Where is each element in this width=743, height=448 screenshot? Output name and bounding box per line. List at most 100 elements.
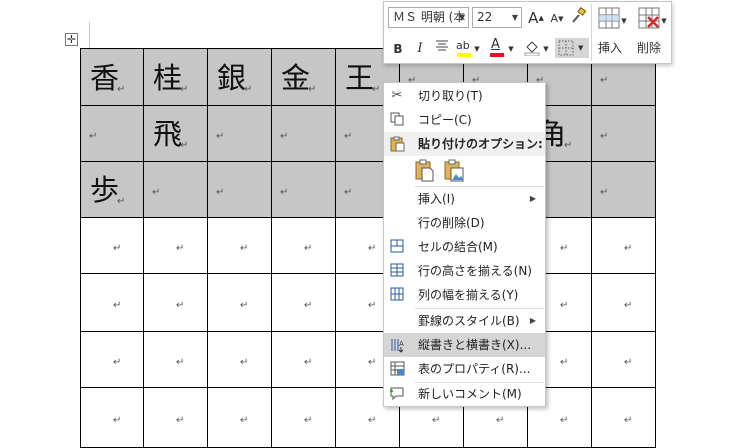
cell-end-mark: ↵: [308, 84, 317, 95]
table-cell[interactable]: ↵: [80, 106, 144, 162]
highlight-color-button[interactable]: ab: [454, 38, 474, 58]
delete-table-icon[interactable]: [637, 7, 661, 31]
insert-table-icon[interactable]: [597, 7, 621, 31]
bold-button[interactable]: B: [388, 39, 408, 59]
chevron-down-icon[interactable]: ▼: [472, 39, 482, 59]
chevron-down-icon[interactable]: ▼: [620, 11, 628, 31]
new-comment-icon: [389, 386, 405, 402]
table-cell[interactable]: ↵: [592, 162, 656, 218]
cell-end-mark: ↵: [560, 415, 569, 426]
cell-end-mark: ↵: [240, 357, 249, 368]
table-cell[interactable]: ↵: [272, 332, 336, 388]
table-cell[interactable]: ↵: [208, 388, 272, 448]
cell-end-mark: ↵: [113, 357, 122, 368]
table-cell[interactable]: 歩 ↵: [80, 162, 144, 218]
menu-item-copy[interactable]: コピー(C): [384, 108, 545, 132]
cell-end-mark: ↵: [496, 415, 505, 426]
cell-end-mark: ↵: [368, 300, 377, 311]
insert-label[interactable]: 挿入: [598, 39, 622, 56]
menu-item-label: セルの結合(M): [418, 240, 498, 254]
menu-item-insert[interactable]: 挿入(I) ▶: [384, 187, 545, 211]
table-cell[interactable]: ↵: [208, 162, 272, 218]
menu-item-delete-rows[interactable]: 行の削除(D): [384, 211, 545, 235]
cell-end-mark: ↵: [304, 357, 313, 368]
center-align-icon[interactable]: [432, 39, 452, 59]
font-size-combo[interactable]: 22 ▼: [472, 7, 522, 28]
table-cell[interactable]: ↵: [144, 218, 208, 274]
table-cell[interactable]: ↵: [144, 388, 208, 448]
table-cell[interactable]: ↵: [208, 332, 272, 388]
table-cell[interactable]: ↵: [208, 218, 272, 274]
cell-end-mark: ↵: [564, 140, 573, 151]
cell-end-mark: ↵: [117, 84, 126, 95]
chevron-down-icon[interactable]: ▼: [506, 39, 516, 59]
table-cell[interactable]: ↵: [592, 106, 656, 162]
table-cell[interactable]: ↵: [272, 274, 336, 332]
table-cell[interactable]: ↵: [592, 388, 656, 448]
table-cell[interactable]: ↵: [144, 332, 208, 388]
paste-picture-icon[interactable]: [443, 159, 465, 183]
menu-item-distribute-cols[interactable]: 列の幅を揃える(Y): [384, 283, 545, 307]
table-cell[interactable]: ↵: [144, 274, 208, 332]
svg-text:A: A: [399, 340, 404, 348]
shading-icon[interactable]: [522, 38, 542, 58]
table-properties-icon: [389, 361, 405, 377]
menu-item-merge-cells[interactable]: セルの結合(M): [384, 235, 545, 259]
shogi-piece-glyph: 銀: [217, 61, 247, 95]
table-cell[interactable]: ↵: [144, 162, 208, 218]
font-name-value: ＭＳ 明朝 (本: [393, 10, 466, 24]
menu-item-border-styles[interactable]: 罫線のスタイル(B) ▶: [384, 309, 545, 333]
table-cell[interactable]: ↵: [272, 162, 336, 218]
menu-item-label: 行の削除(D): [418, 216, 485, 230]
table-cell[interactable]: ↵: [592, 218, 656, 274]
shrink-font-button[interactable]: A▼: [547, 9, 567, 29]
table-cell[interactable]: ↵: [80, 274, 144, 332]
table-cell[interactable]: ↵: [272, 388, 336, 448]
font-color-button[interactable]: A: [487, 37, 507, 58]
submenu-arrow-icon: ▶: [529, 194, 536, 203]
menu-item-text-direction[interactable]: A 縦書きと横書き(X)...: [384, 333, 545, 357]
submenu-arrow-icon: ▶: [529, 316, 536, 325]
chevron-down-icon[interactable]: ▼: [660, 11, 668, 31]
menu-item-label: 切り取り(T): [418, 89, 483, 103]
menu-item-table-properties[interactable]: 表のプロパティ(R)...: [384, 357, 545, 381]
cell-end-mark: ↵: [240, 300, 249, 311]
shogi-table[interactable]: 香↵桂↵銀↵金↵王↵↵↵↵↵↵飛↵↵↵↵↵↵角↵↵歩↵↵↵↵↵↵↵↵↵↵↵↵↵↵…: [80, 48, 656, 448]
grow-font-button[interactable]: A▲: [526, 8, 546, 28]
font-name-combo[interactable]: ＭＳ 明朝 (本 ▼: [388, 7, 469, 28]
delete-label[interactable]: 削除: [637, 39, 661, 56]
table-cell[interactable]: 銀 ↵: [208, 48, 272, 106]
cell-end-mark: ↵: [560, 300, 569, 311]
menu-item-distribute-rows[interactable]: 行の高さを揃える(N): [384, 259, 545, 283]
cell-end-mark: ↵: [176, 300, 185, 311]
menu-item-label: 列の幅を揃える(Y): [418, 288, 519, 302]
table-cell[interactable]: ↵: [272, 106, 336, 162]
table-cell[interactable]: 飛 ↵: [144, 106, 208, 162]
table-move-handle-icon[interactable]: ✛: [65, 33, 78, 46]
table-cell[interactable]: ↵: [80, 388, 144, 448]
table-cell[interactable]: ↵: [592, 332, 656, 388]
borders-button[interactable]: ▼: [555, 38, 589, 58]
cell-end-mark: ↵: [624, 300, 633, 311]
table-cell[interactable]: ↵: [208, 106, 272, 162]
paste-keep-text-icon[interactable]: [414, 159, 436, 183]
table-cell[interactable]: 桂 ↵: [144, 48, 208, 106]
table-cell[interactable]: 金 ↵: [272, 48, 336, 106]
cell-end-mark: ↵: [113, 415, 122, 426]
menu-item-new-comment[interactable]: 新しいコメント(M): [384, 382, 545, 406]
cell-end-mark: ↵: [280, 131, 289, 142]
menu-item-cut[interactable]: ✂ 切り取り(T): [384, 84, 545, 108]
table-cell[interactable]: ↵: [80, 218, 144, 274]
table-cell[interactable]: ↵: [272, 218, 336, 274]
table-cell[interactable]: ↵: [208, 274, 272, 332]
chevron-down-icon[interactable]: ▼: [541, 39, 551, 59]
cell-end-mark: ↵: [244, 84, 253, 95]
table-cell[interactable]: ↵: [592, 274, 656, 332]
menu-item-label: 表のプロパティ(R)...: [418, 362, 531, 376]
italic-button[interactable]: I: [410, 39, 430, 59]
format-painter-icon[interactable]: [569, 6, 589, 27]
table-cell[interactable]: 香 ↵: [80, 48, 144, 106]
chevron-down-icon: ▼: [511, 13, 518, 22]
table-cell[interactable]: ↵: [80, 332, 144, 388]
shogi-piece-glyph: 金: [281, 61, 311, 95]
